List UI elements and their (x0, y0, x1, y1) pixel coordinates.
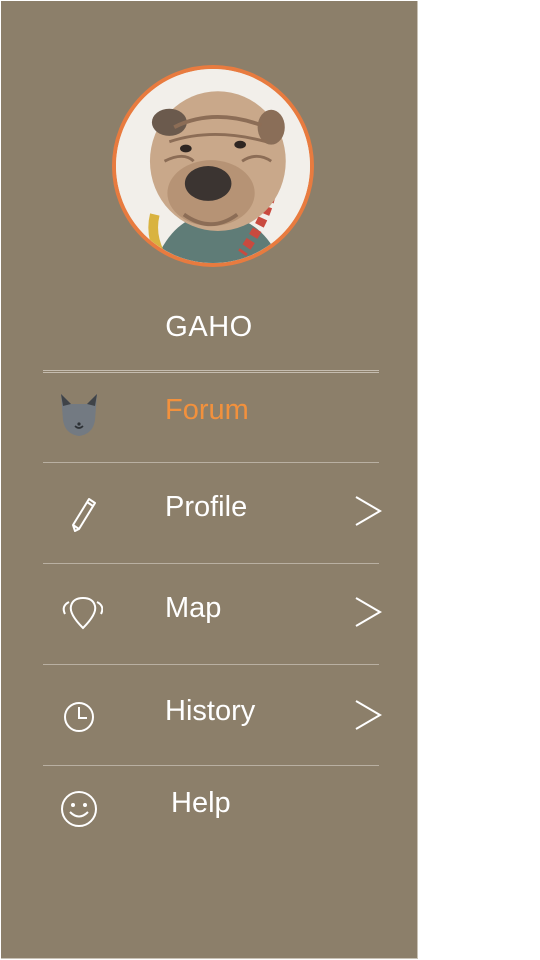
menu-item-map[interactable]: Map (41, 582, 386, 642)
menu-label-map: Map (165, 592, 222, 624)
cat-icon (55, 390, 103, 438)
menu-divider (43, 664, 379, 665)
menu-label-history: History (165, 695, 256, 727)
dog-photo (116, 69, 310, 263)
chevron-right-icon (352, 691, 386, 739)
header-divider (43, 370, 379, 373)
clock-icon (55, 691, 103, 739)
pencil-icon (55, 487, 103, 535)
menu-item-help[interactable]: Help (41, 777, 386, 837)
menu-divider (43, 563, 379, 564)
menu-item-history[interactable]: History (41, 685, 386, 745)
smiley-icon (55, 783, 103, 831)
menu-label-help: Help (171, 787, 231, 819)
chevron-right-icon (352, 487, 386, 535)
menu-label-profile: Profile (165, 491, 248, 523)
username: GAHO (165, 311, 253, 343)
menu-item-forum[interactable]: Forum (41, 384, 386, 444)
menu-divider (43, 462, 379, 463)
menu-divider (43, 765, 379, 766)
chevron-right-icon (352, 588, 386, 636)
navigation-drawer: GAHO Forum Profile Map History Help (1, 1, 418, 959)
menu-item-profile[interactable]: Profile (41, 481, 386, 541)
location-pin-icon (55, 588, 103, 636)
avatar[interactable] (112, 65, 314, 267)
menu-label-forum: Forum (165, 394, 249, 426)
